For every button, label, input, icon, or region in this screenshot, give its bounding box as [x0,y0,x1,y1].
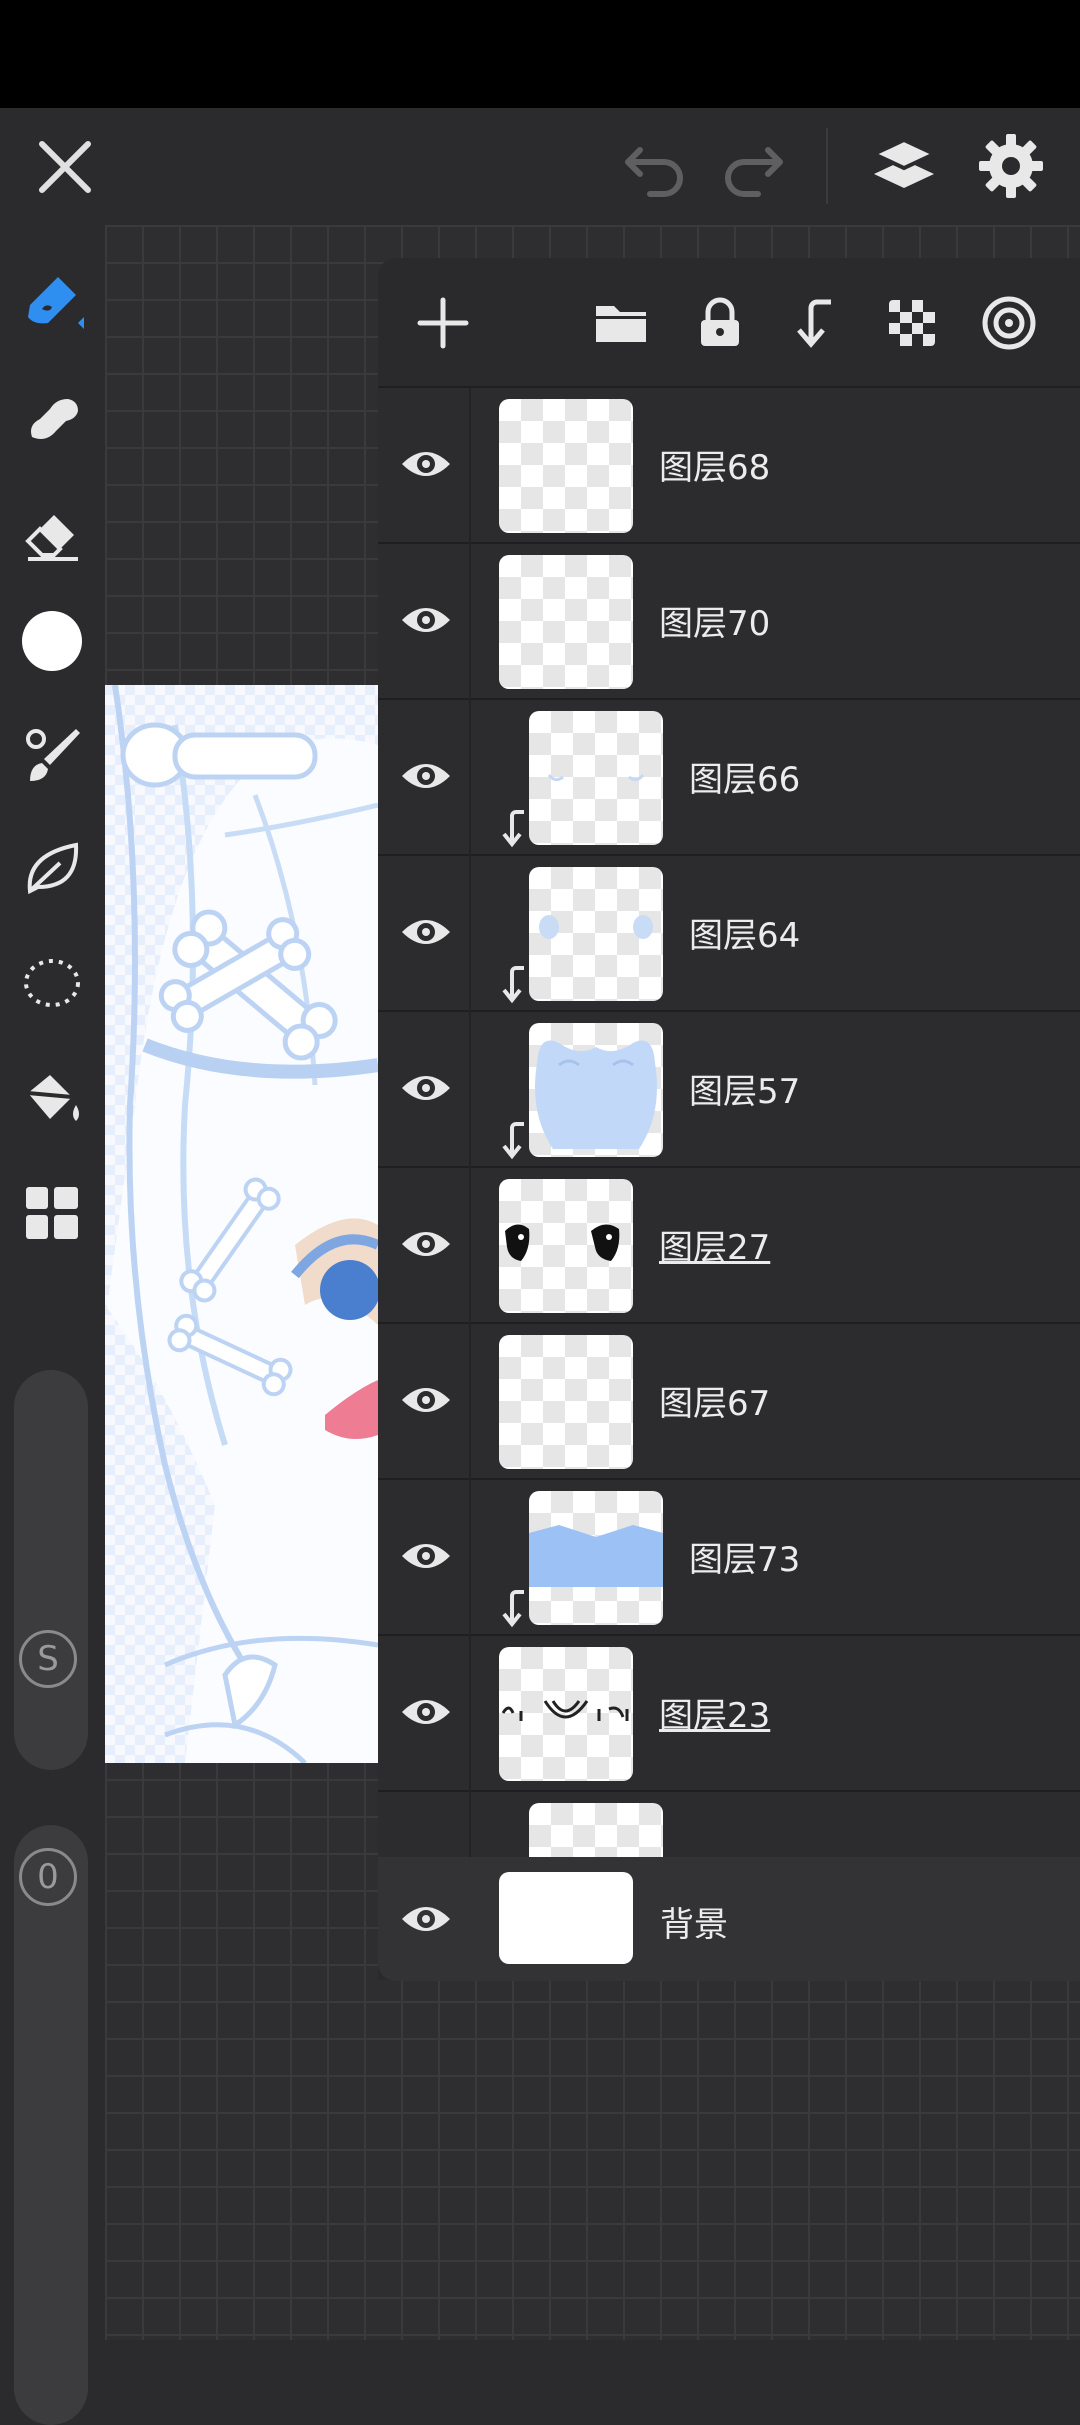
folder-icon[interactable] [586,288,656,358]
row-divider [469,1012,471,1168]
artwork-canvas[interactable] [105,685,378,1763]
layer-thumbnail [499,1179,633,1313]
brush-settings-icon[interactable] [14,717,90,793]
layer-list[interactable]: 图层68 图层70 图层66 图层64 图层57 图层27 图层67 图层73 图层23 [378,388,1080,1858]
layer-thumbnail [529,1023,663,1157]
lock-icon[interactable] [685,288,755,358]
layer-name: 图层66 [689,760,801,800]
eye-icon[interactable] [398,1060,454,1116]
layer-row-partial[interactable] [378,1792,1080,1858]
eye-icon[interactable] [398,1891,454,1947]
row-divider [469,388,471,544]
eye-icon[interactable] [398,748,454,804]
layer-row[interactable]: 图层23 [378,1636,1080,1792]
toolbar-divider [826,128,828,204]
layer-row[interactable]: 图层68 [378,388,1080,544]
redo-icon[interactable] [718,136,788,198]
layer-thumbnail [529,1491,663,1625]
layer-name: 图层57 [689,1072,801,1112]
layer-thumbnail [499,1647,633,1781]
layer-name: 图层67 [659,1384,771,1424]
layer-row[interactable]: 图层73 [378,1480,1080,1636]
row-divider [469,544,471,700]
layer-thumbnail [499,399,633,533]
layer-name: 背景 [660,1905,728,1945]
top-bar [0,108,1080,225]
row-divider [469,1636,471,1792]
brush-opacity-label: 0 [19,1848,77,1906]
layer-name: 图层68 [659,448,771,488]
layer-thumbnail [499,1335,633,1469]
eye-icon[interactable] [398,1528,454,1584]
blend-mode-icon[interactable] [974,288,1044,358]
brush-icon[interactable] [14,263,90,339]
row-divider [469,700,471,856]
status-bar [0,0,1080,108]
layer-name: 图层70 [659,604,771,644]
layer-name: 图层64 [689,916,801,956]
smudge-icon[interactable] [14,379,90,455]
layer-thumbnail [499,1872,633,1964]
undo-icon[interactable] [620,136,690,198]
clipping-mask-icon [498,964,528,1004]
layer-row[interactable]: 图层57 [378,1012,1080,1168]
color-swatch[interactable] [14,603,90,679]
clipping-mask-icon [498,808,528,848]
eye-icon[interactable] [398,1684,454,1740]
row-divider [469,1324,471,1480]
layer-row[interactable]: 图层64 [378,856,1080,1012]
row-divider [469,1480,471,1636]
layer-thumbnail [529,1803,663,1858]
leaf-shape-icon[interactable] [14,831,90,907]
eye-icon[interactable] [398,592,454,648]
layers-panel-toolbar [378,258,1080,386]
layer-row[interactable]: 图层27 [378,1168,1080,1324]
layers-icon[interactable] [868,130,940,202]
row-divider [469,1792,471,1858]
close-icon[interactable] [30,132,100,202]
add-layer-icon[interactable] [408,288,478,358]
fill-bucket-icon[interactable] [14,1061,90,1137]
layer-name: 图层23 [659,1696,771,1736]
layer-thumbnail [529,867,663,1001]
row-divider [469,1168,471,1324]
lasso-select-icon[interactable] [14,945,90,1021]
clipping-mask-icon [498,1120,528,1160]
eraser-icon[interactable] [14,495,90,571]
eye-icon[interactable] [398,1216,454,1272]
layer-row[interactable]: 图层66 [378,700,1080,856]
brush-size-label: S [19,1630,77,1688]
layer-row[interactable]: 图层67 [378,1324,1080,1480]
brush-opacity-slider[interactable] [14,1825,88,2425]
gear-icon[interactable] [975,130,1047,202]
background-layer-row[interactable]: 背景 [378,1857,1080,1981]
merge-down-icon[interactable] [781,288,851,358]
layers-panel: 图层68 图层70 图层66 图层64 图层57 图层27 图层67 图层73 图层23 [378,258,1080,1980]
layer-name: 图层27 [659,1228,771,1268]
row-divider [469,856,471,1012]
eye-icon[interactable] [398,436,454,492]
layer-name: 图层73 [689,1540,801,1580]
layer-row[interactable]: 图层70 [378,544,1080,700]
eye-icon[interactable] [398,1372,454,1428]
gallery-grid-icon[interactable] [14,1175,90,1251]
eye-icon[interactable] [398,904,454,960]
clipping-mask-icon [498,1588,528,1628]
layer-thumbnail [529,711,663,845]
brush-size-slider[interactable] [14,1370,88,1770]
layer-thumbnail [499,555,633,689]
transparency-icon[interactable] [877,288,947,358]
tool-sidebar: S 0 [0,225,105,2425]
